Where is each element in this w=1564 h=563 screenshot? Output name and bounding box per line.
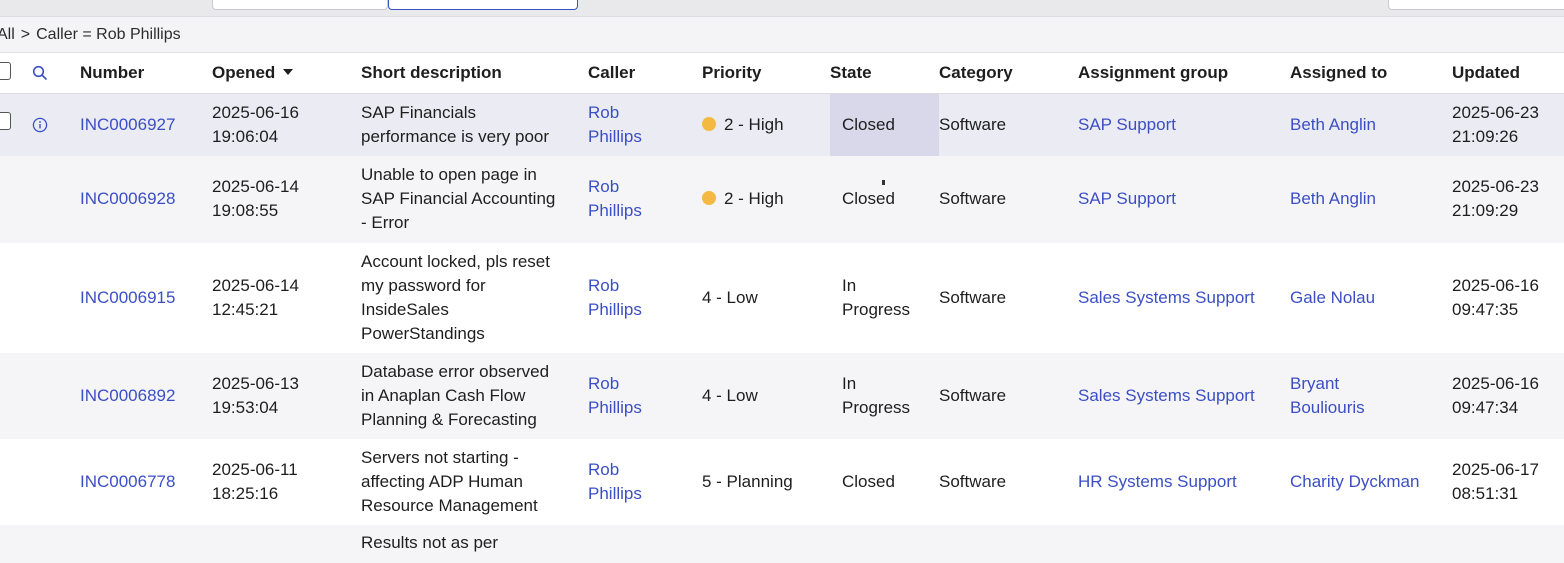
search-header[interactable] — [32, 53, 80, 94]
toolbar-field-3[interactable] — [1388, 0, 1564, 10]
row-info-cell[interactable] — [32, 352, 80, 439]
opened-cell: 2025-06-14 12:45:21 — [212, 275, 299, 319]
short-description-cell: Account locked, pls reset my password for… — [361, 251, 550, 343]
breadcrumb: All > Caller = Rob Phillips — [0, 17, 1564, 53]
updated-cell: 2025-06-16 09:47:34 — [1452, 352, 1564, 439]
priority-high-dot-icon — [702, 191, 716, 205]
column-header-category[interactable]: Category — [939, 53, 1078, 94]
assigned-to-link[interactable]: Bryant Bouliouris — [1290, 352, 1452, 439]
incident-number-link[interactable]: INC0006915 — [80, 288, 175, 307]
category-cell: Software — [939, 352, 1078, 439]
updated-cell: 2025-06-16 09:47:35 — [1452, 275, 1539, 319]
updated-cell: 2025-06-23 21:09:29 — [1452, 155, 1564, 243]
column-header-assigned-to[interactable]: Assigned to — [1290, 53, 1452, 94]
category-cell: Software — [939, 155, 1078, 243]
priority-cell: 2 - High — [702, 155, 830, 243]
select-all-header[interactable] — [0, 53, 32, 94]
breadcrumb-separator: > — [20, 25, 31, 43]
assignment-group-link[interactable]: HR Systems Support — [1078, 472, 1237, 491]
short-description-cell: Database error observed in Anaplan Cash F… — [361, 352, 588, 439]
incident-number-link[interactable]: INC0006778 — [80, 472, 175, 491]
state-cell[interactable]: Closed — [830, 93, 939, 156]
opened-cell: 2025-06-13 19:53:04 — [212, 352, 361, 439]
updated-cell: 2025-06-23 21:09:26 — [1452, 93, 1564, 156]
table-row[interactable]: INC0006778 2025-06-11 18:25:16 Servers no… — [0, 439, 1564, 525]
table-row[interactable]: INC0006915 2025-06-14 12:45:21 Account lo… — [0, 243, 1564, 353]
category-cell: Software — [939, 471, 1007, 491]
table-row[interactable]: INC0006928 2025-06-14 19:08:55 Unable to … — [0, 155, 1564, 243]
priority-cell: 5 - Planning — [702, 471, 793, 491]
caller-link[interactable]: Rob Phillips — [588, 352, 702, 439]
assigned-to-link[interactable]: Beth Anglin — [1290, 115, 1376, 134]
short-description-cell: SAP Financials performance is very poor — [361, 93, 588, 156]
top-toolbar — [0, 0, 1564, 17]
opened-cell: 2025-06-11 18:25:16 — [212, 459, 298, 503]
mouse-cursor — [882, 180, 885, 185]
table-header-row: Number Opened Short description Caller P… — [0, 53, 1564, 94]
column-header-state[interactable]: State — [830, 53, 939, 94]
category-cell: Software — [939, 93, 1078, 156]
assignment-group-link[interactable]: SAP Support — [1078, 189, 1176, 208]
priority-high-dot-icon — [702, 116, 716, 131]
assignment-group-link[interactable]: Sales Systems Support — [1078, 288, 1255, 307]
breadcrumb-filter[interactable]: Caller = Rob Phillips — [36, 26, 181, 44]
row-checkbox-cell[interactable] — [0, 155, 32, 243]
column-header-short-description[interactable]: Short description — [361, 53, 588, 94]
assignment-group-link[interactable]: SAP Support — [1078, 115, 1176, 134]
caller-link[interactable]: Rob Phillips — [588, 93, 702, 156]
breadcrumb-all[interactable]: All — [0, 26, 15, 44]
table-row[interactable]: INC0006927 2025-06-16 19:06:04 SAP Financ… — [0, 93, 1564, 156]
opened-cell: 2025-06-14 19:08:55 — [212, 155, 361, 243]
toolbar-field-2[interactable] — [388, 0, 578, 10]
short-description-cell: Results not as per — [361, 524, 588, 563]
assignment-group-link[interactable]: Sales Systems Support — [1078, 386, 1255, 405]
category-cell: Software — [939, 287, 1007, 307]
toolbar-field-1[interactable] — [212, 0, 388, 10]
caller-link[interactable]: Rob Phillips — [588, 439, 702, 525]
column-header-number[interactable]: Number — [80, 53, 212, 94]
search-icon[interactable] — [32, 65, 80, 81]
opened-cell: 2025-06-16 19:06:04 — [212, 93, 361, 156]
row-info-cell[interactable] — [32, 155, 80, 243]
column-header-caller[interactable]: Caller — [588, 53, 702, 94]
priority-cell: 4 - Low — [702, 287, 758, 307]
assigned-to-link[interactable]: Charity Dyckman — [1290, 472, 1419, 491]
info-icon[interactable] — [32, 117, 80, 133]
column-header-opened[interactable]: Opened — [212, 53, 361, 94]
table-row[interactable]: Results not as per — [0, 524, 1564, 563]
row-checkbox-cell[interactable] — [0, 243, 32, 353]
short-description-cell: Servers not starting - affecting ADP Huma… — [361, 447, 538, 515]
state-cell[interactable]: In Progress — [830, 352, 939, 439]
assigned-to-link[interactable]: Beth Anglin — [1290, 189, 1376, 208]
row-info-cell[interactable] — [32, 439, 80, 525]
row-info-cell[interactable] — [32, 93, 80, 156]
incident-number-link[interactable]: INC0006892 — [80, 386, 175, 405]
row-info-cell[interactable] — [32, 243, 80, 353]
short-description-cell: Unable to open page in SAP Financial Acco… — [361, 155, 588, 243]
sort-descending-icon — [283, 69, 294, 75]
caller-link[interactable]: Rob Phillips — [588, 243, 702, 353]
priority-cell: 2 - High — [702, 93, 830, 156]
select-all-checkbox[interactable] — [0, 61, 11, 80]
table-row[interactable]: INC0006892 2025-06-13 19:53:04 Database e… — [0, 352, 1564, 439]
row-checkbox[interactable] — [0, 112, 11, 131]
row-checkbox-cell[interactable] — [0, 352, 32, 439]
state-cell[interactable]: In Progress — [830, 243, 939, 353]
caller-link[interactable]: Rob Phillips — [588, 155, 702, 243]
incident-list-table: Number Opened Short description Caller P… — [0, 53, 1564, 563]
state-cell[interactable]: Closed — [830, 155, 939, 243]
column-header-assignment-group[interactable]: Assignment group — [1078, 53, 1290, 94]
state-cell[interactable]: Closed — [830, 439, 939, 525]
incident-number-link[interactable]: INC0006928 — [80, 189, 175, 208]
updated-cell: 2025-06-17 08:51:31 — [1452, 459, 1539, 503]
row-checkbox-cell[interactable] — [0, 93, 32, 156]
assigned-to-link[interactable]: Gale Nolau — [1290, 288, 1375, 307]
incident-number-link[interactable]: INC0006927 — [80, 115, 175, 134]
column-header-updated[interactable]: Updated — [1452, 53, 1564, 94]
column-header-priority[interactable]: Priority — [702, 53, 830, 94]
row-checkbox-cell[interactable] — [0, 439, 32, 525]
priority-cell: 4 - Low — [702, 352, 830, 439]
